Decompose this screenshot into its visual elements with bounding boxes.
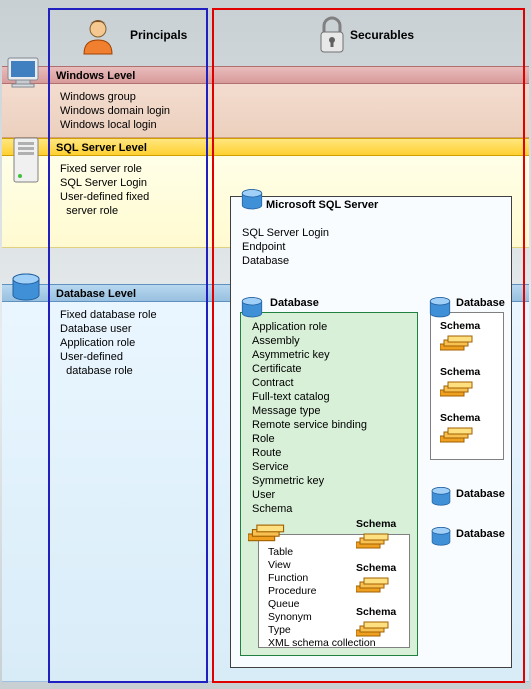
database-icon — [10, 272, 42, 304]
schema-group-3: Schema — [440, 412, 480, 424]
diagram-text: Full-text catalog — [252, 390, 367, 404]
lock-icon — [318, 16, 346, 56]
diagram-text: Application role — [252, 320, 367, 334]
securable-server-title: Microsoft SQL Server — [266, 199, 378, 211]
diagram-text: Message type — [252, 404, 367, 418]
securable-database-title: Database — [270, 297, 319, 309]
schema-stack-icon — [440, 334, 476, 354]
schema-stack-icon — [356, 532, 392, 552]
diagram-text: server role — [60, 204, 149, 218]
database-icon — [240, 296, 264, 320]
diagram-text: Application role — [60, 336, 157, 350]
diagram-text: Fixed server role — [60, 162, 149, 176]
windows-level-header: Windows Level — [2, 66, 529, 84]
mini-schema-1: Schema — [356, 518, 396, 530]
diagram-text: Route — [252, 446, 367, 460]
diagram-text: Fixed database role — [60, 308, 157, 322]
database-icon — [430, 486, 452, 508]
schema-group-1: Schema — [440, 320, 480, 332]
diagram-text: User — [252, 488, 367, 502]
diagram-text: Database user — [60, 322, 157, 336]
schema-label: Schema — [440, 320, 480, 332]
windows-level-body: Windows group Windows domain login Windo… — [2, 84, 529, 138]
server-icon — [10, 134, 42, 186]
diagram-text: Symmetric key — [252, 474, 367, 488]
diagram-text: Schema — [252, 502, 367, 516]
diagram-text: Role — [252, 432, 367, 446]
schema-label: Schema — [356, 562, 396, 574]
diagram-text: Service — [252, 460, 367, 474]
diagram-text: Remote service binding — [252, 418, 367, 432]
diagram-text: Windows domain login — [60, 104, 170, 118]
securable-server-items: SQL Server Login Endpoint Database — [242, 226, 329, 268]
diagram-text: Asymmetric key — [252, 348, 367, 362]
diagram-text: Assembly — [252, 334, 367, 348]
diagram-text: Contract — [252, 376, 367, 390]
securable-database-items: Application role Assembly Asymmetric key… — [252, 320, 367, 516]
mini-database-label-1: Database — [456, 488, 505, 500]
securables-column-title: Securables — [350, 28, 414, 42]
mini-database-label-2: Database — [456, 528, 505, 540]
diagram-text: SQL Server Login — [60, 176, 149, 190]
diagram-text: Windows local login — [60, 118, 170, 132]
mini-schema-3: Schema — [356, 606, 396, 618]
user-icon — [78, 16, 118, 56]
schema-stack-icon — [440, 426, 476, 446]
schema-label: Schema — [356, 518, 396, 530]
sql-level-items: Fixed server role SQL Server Login User-… — [60, 162, 149, 218]
schema-label: Schema — [440, 412, 480, 424]
schema-group-2: Schema — [440, 366, 480, 378]
monitor-icon — [6, 56, 46, 92]
schema-stack-icon — [248, 522, 288, 546]
database-icon — [430, 526, 452, 548]
sql-level-header: SQL Server Level — [2, 138, 529, 156]
diagram-text: Endpoint — [242, 240, 329, 254]
db-level-items: Fixed database role Database user Applic… — [60, 308, 157, 378]
schema-label: Schema — [356, 606, 396, 618]
database-icon — [240, 188, 264, 212]
diagram-text: Certificate — [252, 362, 367, 376]
windows-level-header-text: Windows Level — [2, 67, 529, 85]
database-icon — [428, 296, 452, 320]
schema-stack-icon — [356, 620, 392, 640]
securable-right-database-title: Database — [456, 297, 505, 309]
diagram-text: User-defined — [60, 350, 157, 364]
diagram-text: User-defined fixed — [60, 190, 149, 204]
diagram-text: database role — [60, 364, 157, 378]
windows-level-items: Windows group Windows domain login Windo… — [60, 90, 170, 132]
schema-stack-icon — [356, 576, 392, 596]
diagram-text: SQL Server Login — [242, 226, 329, 240]
diagram-text: Database — [242, 254, 329, 268]
schema-stack-icon — [440, 380, 476, 400]
mini-schema-2: Schema — [356, 562, 396, 574]
principals-column-title: Principals — [130, 28, 187, 42]
diagram-text: Windows group — [60, 90, 170, 104]
sql-level-header-text: SQL Server Level — [2, 139, 529, 157]
schema-label: Schema — [440, 366, 480, 378]
